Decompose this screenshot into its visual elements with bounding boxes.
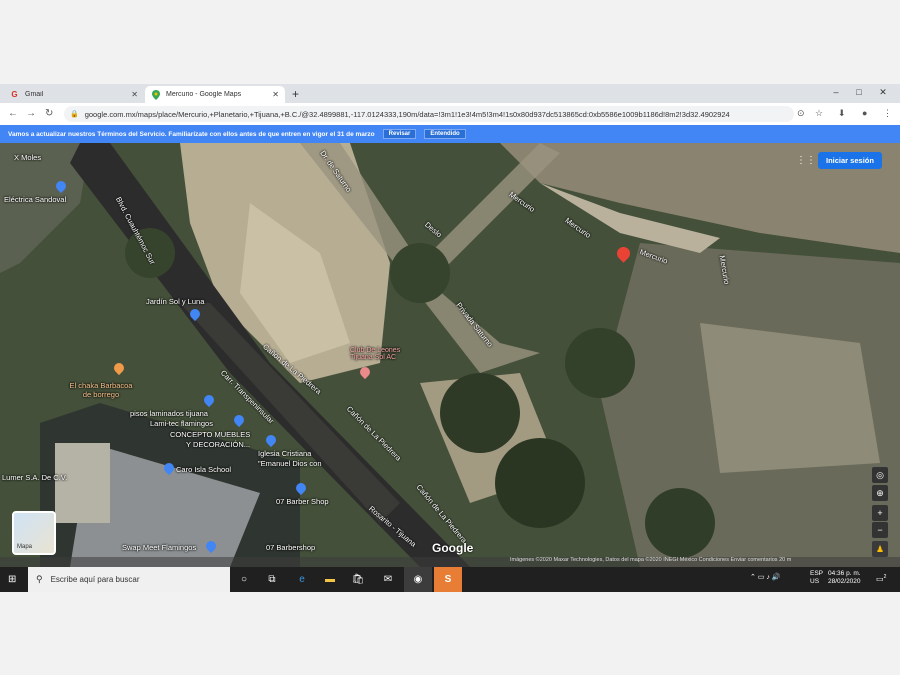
new-tab-button[interactable]: + [292, 87, 299, 101]
search-icon: ⚲ [36, 574, 43, 584]
place-label[interactable]: Lumer S.A. De C.V. [2, 473, 67, 482]
place-label[interactable]: El chaka Barbacoa de borrego [66, 381, 136, 399]
edge-icon[interactable]: e [288, 567, 316, 592]
tab-title: Gmail [25, 91, 44, 98]
tab-gmail[interactable]: G Gmail ✕ [4, 86, 144, 103]
browser-window: G Gmail ✕ Mercurio - Google Maps ✕ + – □… [0, 84, 900, 592]
place-label[interactable]: "Emanuel Dios con [258, 459, 322, 468]
system-tray-icons[interactable]: ⌃ ▭ ♪ 🔊 [750, 573, 781, 581]
bookmark-star-icon[interactable]: ☆ [815, 108, 823, 119]
back-icon[interactable]: ← [8, 108, 18, 119]
sign-in-button[interactable]: Iniciar sesión [818, 152, 882, 169]
place-label[interactable]: Club De Leones Tijuana Sol AC [350, 347, 408, 361]
place-label[interactable]: Caro Isla School [176, 465, 231, 474]
place-label[interactable]: CONCEPTO MUEBLES [170, 430, 250, 439]
satellite-map[interactable]: Blvd. Cuauhtémoc Sur Dr. de Saturno Merc… [0, 143, 900, 567]
place-label[interactable]: Eléctrica Sandoval [4, 195, 66, 204]
clock-time: 04:36 p. m. [828, 570, 861, 577]
gmail-icon: G [11, 90, 18, 99]
taskbar-search-box[interactable]: ⚲ Escribe aquí para buscar [28, 567, 230, 592]
tab-strip: G Gmail ✕ Mercurio - Google Maps ✕ + – □… [0, 84, 900, 103]
clock-date: 28/02/2020 [828, 578, 861, 585]
place-label[interactable]: Lami-tec flamingos [150, 419, 213, 428]
place-label[interactable]: 07 Barbershop [266, 543, 315, 552]
maximize-button[interactable]: □ [849, 87, 869, 97]
lock-icon: 🔒 [70, 111, 79, 118]
my-location-icon[interactable]: ⊕ [872, 485, 888, 501]
menu-icon[interactable]: ⋮ [883, 108, 892, 119]
close-tab-icon[interactable]: ✕ [272, 90, 279, 99]
review-button[interactable]: Revisar [382, 129, 417, 139]
windows-start-icon[interactable]: ⊞ [8, 574, 16, 585]
url-text: google.com.mx/maps/place/Mercurio,+Plane… [84, 109, 730, 119]
terms-info-bar: Vamos a actualizar nuestros Términos del… [0, 125, 900, 143]
search-placeholder: Escribe aquí para buscar [50, 575, 140, 584]
place-label[interactable]: Y DECORACIÓN... [186, 440, 250, 449]
minimize-button[interactable]: – [826, 87, 846, 97]
forward-icon[interactable]: → [26, 108, 36, 119]
lang-bottom: US [810, 578, 820, 585]
mail-icon[interactable]: ✉ [374, 567, 402, 592]
store-icon[interactable]: 🛍 [344, 567, 372, 592]
cortana-icon[interactable]: ○ [230, 567, 258, 592]
location-icon[interactable]: ⊙ [797, 108, 805, 119]
pegman-icon[interactable]: ♟ [872, 541, 888, 557]
windows-taskbar: ⊞ ⚲ Escribe aquí para buscar ○ ⧉ e ▬ 🛍 ✉… [0, 567, 900, 592]
close-window-button[interactable]: ✕ [873, 87, 893, 98]
clock[interactable]: 04:36 p. m. 28/02/2020 [828, 570, 861, 586]
lang-top: ESP [810, 570, 824, 577]
profile-icon[interactable]: ● [862, 108, 867, 118]
file-explorer-icon[interactable]: ▬ [316, 567, 344, 592]
place-label[interactable]: 07 Barber Shop [276, 497, 329, 506]
map-attribution: Imágenes ©2020 Maxar Technologies, Datos… [0, 557, 900, 567]
info-message: Vamos a actualizar nuestros Términos del… [8, 130, 375, 138]
satellite-imagery [0, 143, 900, 567]
app-s-icon[interactable]: S [434, 567, 462, 592]
understood-button[interactable]: Entendido [424, 129, 466, 139]
close-tab-icon[interactable]: ✕ [131, 90, 138, 99]
notifications-icon[interactable]: ▭2 [876, 574, 886, 584]
layers-label: Mapa [17, 544, 33, 550]
place-label[interactable]: pisos laminados tijuana [130, 409, 208, 418]
chrome-icon[interactable]: ◉ [404, 567, 432, 592]
tab-google-maps[interactable]: Mercurio - Google Maps ✕ [145, 86, 285, 103]
zoom-out-button[interactable]: − [872, 522, 888, 538]
notification-count: 2 [883, 574, 887, 580]
apps-grid-icon[interactable]: ⋮⋮ [796, 155, 816, 166]
tab-title: Mercurio - Google Maps [166, 91, 242, 98]
compass-icon[interactable]: ◎ [872, 467, 888, 483]
language-indicator[interactable]: ESP US [810, 570, 823, 586]
address-bar[interactable]: 🔒 google.com.mx/maps/place/Mercurio,+Pla… [64, 106, 794, 122]
task-view-icon[interactable]: ⧉ [258, 567, 286, 592]
place-label[interactable]: Jardín Sol y Luna [146, 297, 204, 306]
place-label[interactable]: Swap Meet Flamingos [122, 543, 196, 552]
place-label[interactable]: X Moles [14, 153, 41, 162]
reload-icon[interactable]: ↻ [45, 108, 53, 119]
browser-toolbar: ← → ↻ 🔒 google.com.mx/maps/place/Mercuri… [0, 103, 900, 125]
place-label[interactable]: Iglesia Cristiana [258, 449, 311, 458]
extension-icon[interactable]: ⬇ [838, 108, 846, 119]
zoom-in-button[interactable]: + [872, 505, 888, 521]
map-pin-icon [151, 89, 160, 100]
google-logo: Google [432, 541, 474, 555]
map-layers-toggle[interactable]: Mapa [12, 511, 56, 555]
